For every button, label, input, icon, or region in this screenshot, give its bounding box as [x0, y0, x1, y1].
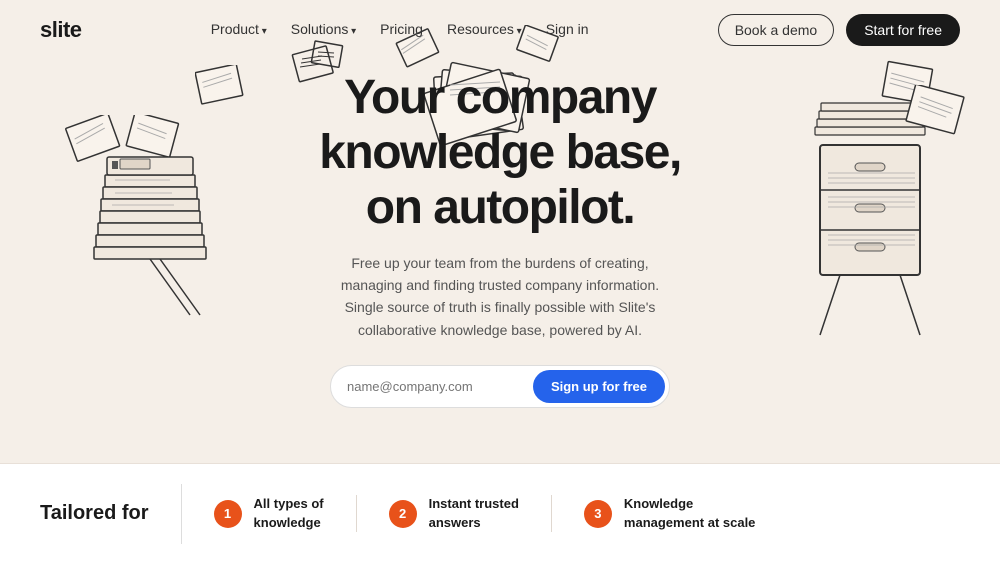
nav-links: Product Solutions Pricing Resources Sign…	[211, 21, 589, 39]
navbar: slite Product Solutions Pricing Resource…	[0, 0, 1000, 60]
start-free-button[interactable]: Start for free	[846, 14, 960, 46]
email-form: Sign up for free	[330, 365, 670, 408]
feature-item-1: 1 All types ofknowledge	[214, 495, 357, 531]
nav-pricing[interactable]: Pricing	[380, 21, 423, 37]
tailored-label: Tailored for	[40, 502, 149, 525]
nav-solutions[interactable]: Solutions	[291, 21, 356, 37]
bottom-strip: Tailored for 1 All types ofknowledge 2 I…	[0, 463, 1000, 563]
feature-item-2: 2 Instant trustedanswers	[357, 495, 552, 531]
nav-product[interactable]: Product	[211, 21, 267, 37]
feature-item-3: 3 Knowledgemanagement at scale	[552, 495, 788, 531]
feature-text-3: Knowledgemanagement at scale	[624, 495, 756, 531]
nav-resources[interactable]: Resources	[447, 21, 522, 37]
hero-subtitle: Free up your team from the burdens of cr…	[330, 252, 670, 342]
tailored-divider	[181, 484, 182, 544]
feature-text-2: Instant trustedanswers	[429, 495, 519, 531]
hero-title: Your company knowledge base, on autopilo…	[0, 70, 1000, 236]
feature-num-3: 3	[584, 500, 612, 528]
nav-signin[interactable]: Sign in	[546, 21, 589, 37]
logo[interactable]: slite	[40, 17, 82, 43]
nav-actions: Book a demo Start for free	[718, 14, 960, 46]
feature-num-1: 1	[214, 500, 242, 528]
hero-section: Your company knowledge base, on autopilo…	[0, 60, 1000, 408]
feature-num-2: 2	[389, 500, 417, 528]
feature-items: 1 All types ofknowledge 2 Instant truste…	[214, 495, 960, 531]
signup-button[interactable]: Sign up for free	[533, 370, 665, 403]
email-input[interactable]	[347, 379, 533, 394]
book-demo-button[interactable]: Book a demo	[718, 14, 835, 46]
feature-text-1: All types ofknowledge	[254, 495, 324, 531]
